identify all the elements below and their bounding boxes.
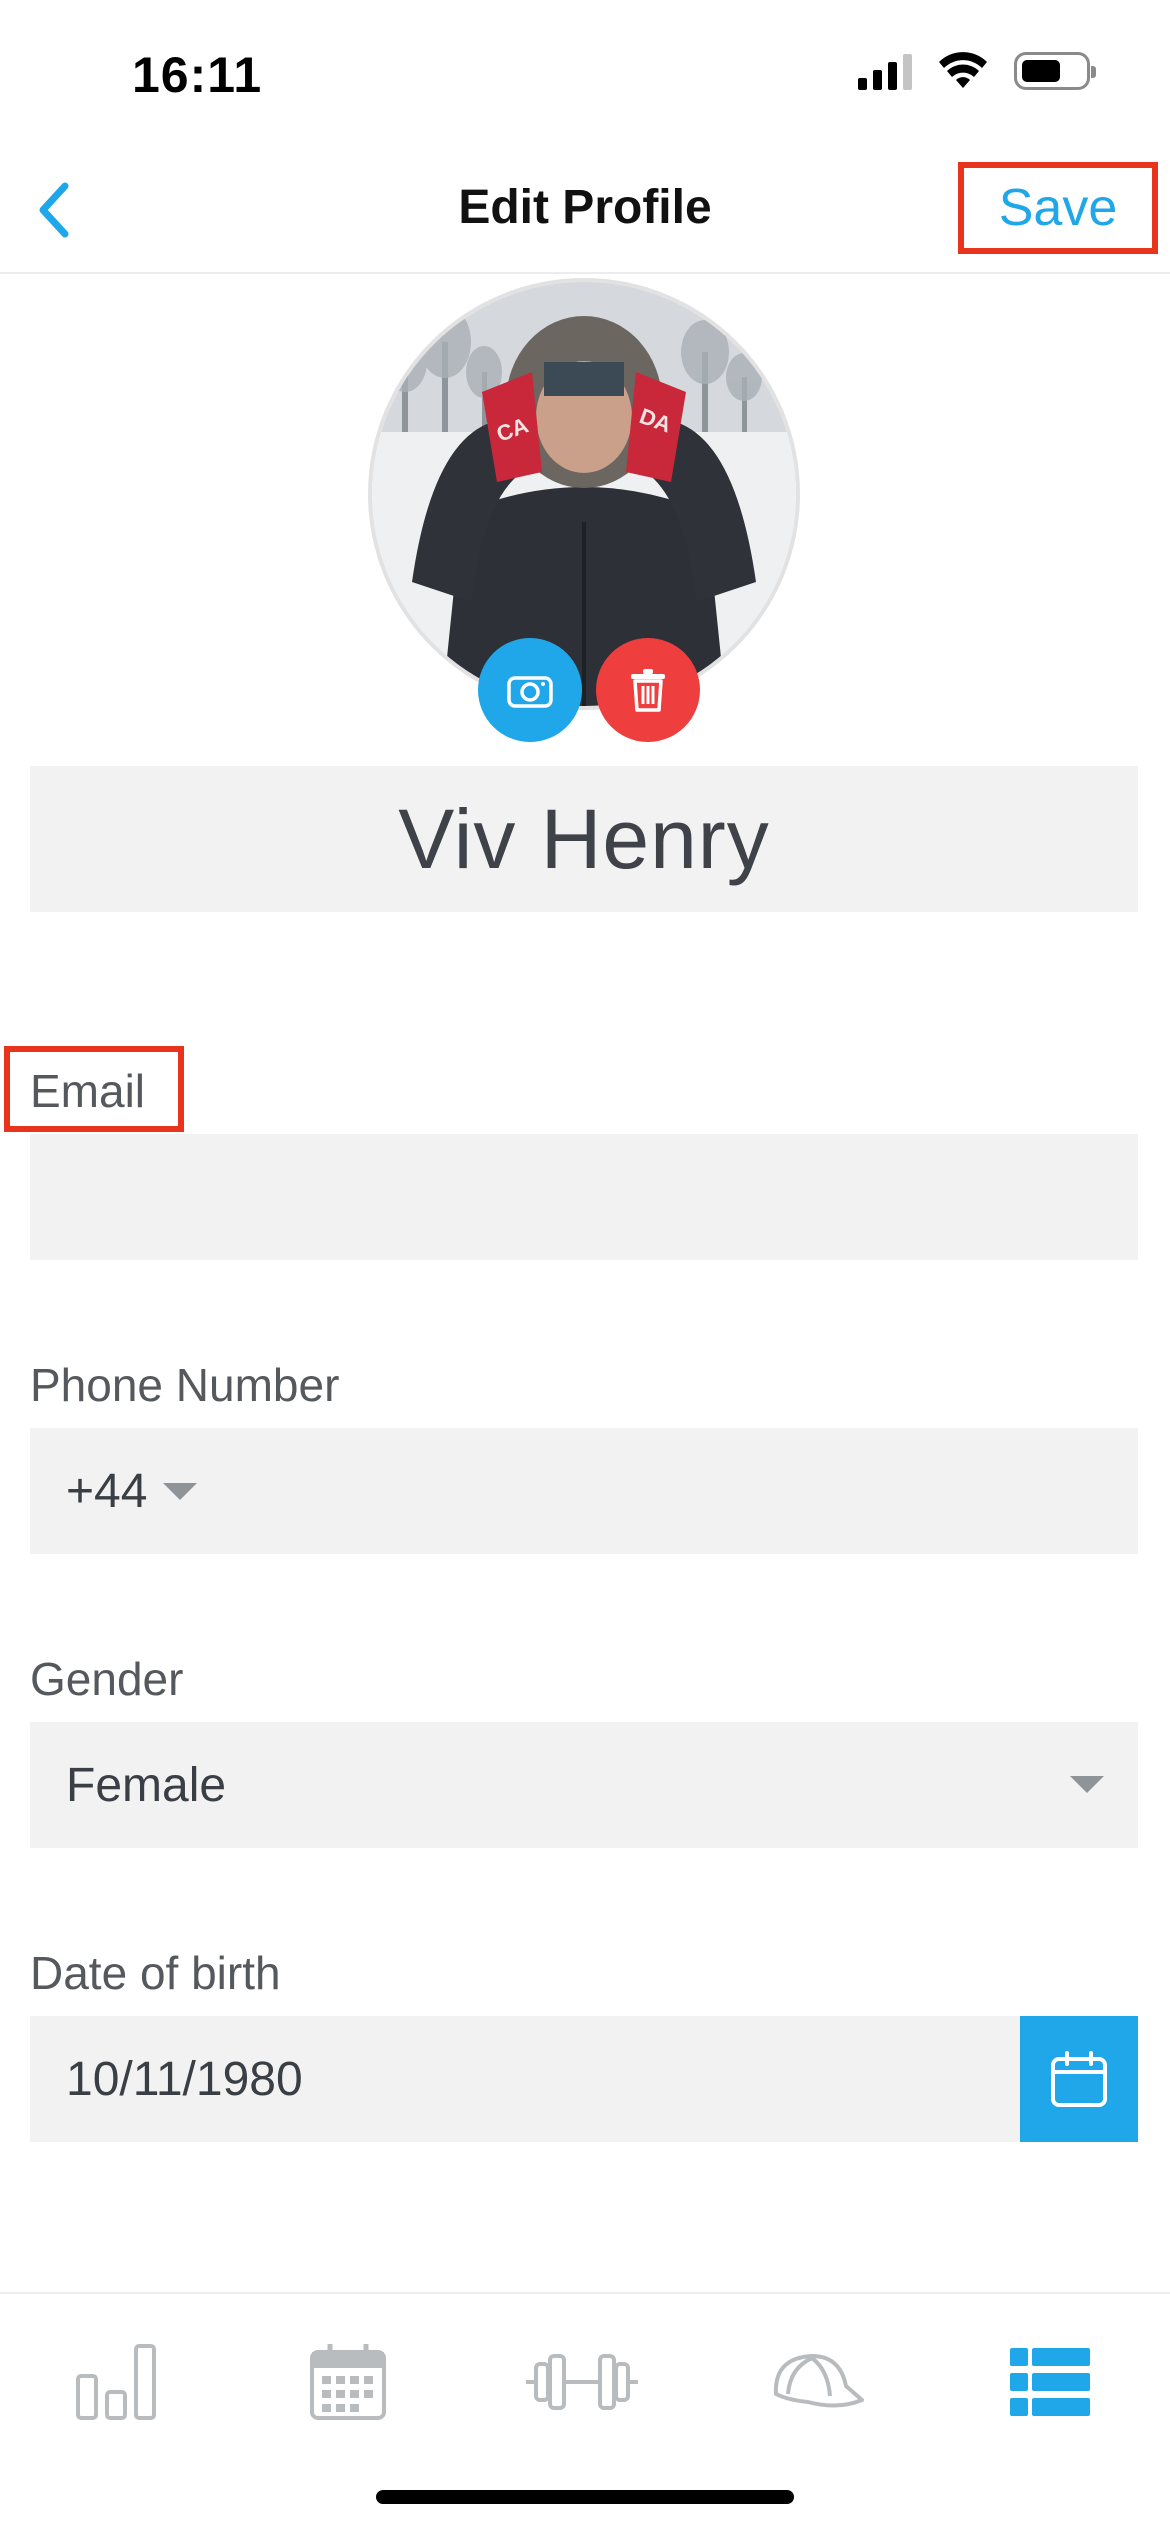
email-label: Email bbox=[30, 1065, 146, 1117]
cap-icon bbox=[773, 2354, 864, 2408]
status-bar: 16:11 bbox=[0, 0, 1170, 150]
list-icon bbox=[1010, 2348, 1090, 2416]
nav-bar: Edit Profile Save bbox=[0, 150, 1170, 274]
tab-workouts[interactable] bbox=[512, 2332, 652, 2432]
calendar-icon bbox=[310, 2344, 386, 2420]
email-field[interactable] bbox=[30, 1134, 1138, 1260]
change-photo-button[interactable] bbox=[478, 638, 582, 742]
status-icons bbox=[858, 52, 1096, 90]
gender-value: Female bbox=[66, 1758, 227, 1812]
save-button[interactable]: Save bbox=[958, 162, 1158, 254]
gender-label: Gender bbox=[30, 1653, 184, 1705]
dob-field[interactable]: 10/11/1980 bbox=[30, 2016, 1138, 2142]
tab-calendar[interactable] bbox=[278, 2332, 418, 2432]
camera-icon bbox=[507, 676, 553, 708]
bar-chart-icon bbox=[76, 2344, 156, 2420]
tab-bar bbox=[0, 2292, 1170, 2462]
tab-coach[interactable] bbox=[746, 2332, 886, 2432]
tab-stats[interactable] bbox=[46, 2332, 186, 2432]
gender-select[interactable]: Female bbox=[30, 1722, 1138, 1848]
home-indicator[interactable] bbox=[376, 2490, 794, 2504]
date-picker-button[interactable] bbox=[1020, 2016, 1138, 2142]
caret-down-icon bbox=[1070, 1776, 1104, 1793]
dob-label: Date of birth bbox=[30, 1947, 281, 1999]
profile-photo: CA DA bbox=[372, 282, 796, 706]
avatar: CA DA bbox=[372, 282, 796, 706]
phone-field[interactable]: +44 bbox=[30, 1428, 1138, 1554]
wifi-icon bbox=[939, 52, 987, 88]
calendar-icon bbox=[1051, 2051, 1107, 2107]
delete-photo-button[interactable] bbox=[596, 638, 700, 742]
phone-label: Phone Number bbox=[30, 1359, 340, 1411]
name-field[interactable]: Viv Henry bbox=[30, 766, 1138, 912]
dumbbell-icon bbox=[526, 2354, 638, 2410]
status-time: 16:11 bbox=[132, 47, 263, 103]
country-code-value: +44 bbox=[66, 1464, 148, 1518]
cellular-signal-icon bbox=[858, 52, 912, 90]
trash-icon bbox=[631, 669, 665, 712]
tab-more[interactable] bbox=[980, 2332, 1120, 2432]
battery-icon bbox=[1014, 52, 1096, 90]
caret-down-icon bbox=[163, 1482, 198, 1500]
country-code-select[interactable]: +44 bbox=[66, 1428, 198, 1554]
dob-value: 10/11/1980 bbox=[66, 2052, 303, 2106]
